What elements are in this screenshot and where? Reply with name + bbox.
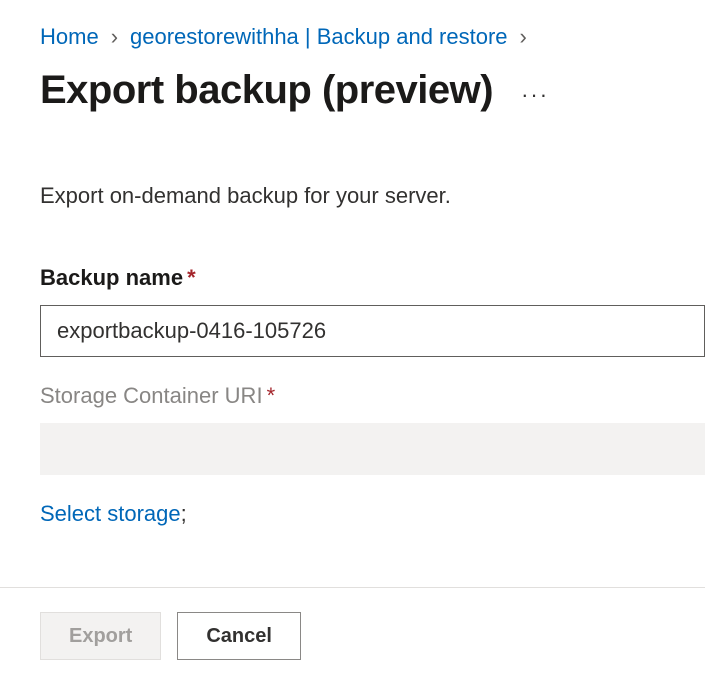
cancel-button[interactable]: Cancel: [177, 612, 301, 660]
export-button[interactable]: Export: [40, 612, 161, 660]
backup-name-label: Backup name*: [40, 265, 705, 291]
storage-uri-input: [40, 423, 705, 475]
select-storage-row: Select storage;: [40, 501, 705, 527]
select-storage-link[interactable]: Select storage: [40, 501, 181, 526]
more-actions-icon[interactable]: ···: [521, 74, 549, 108]
chevron-right-icon: ›: [111, 24, 118, 50]
storage-uri-label: Storage Container URI*: [40, 383, 705, 409]
page-title: Export backup (preview): [40, 68, 493, 113]
footer-actions: Export Cancel: [0, 587, 705, 688]
page-description: Export on-demand backup for your server.: [40, 183, 705, 209]
required-indicator: *: [187, 265, 196, 290]
required-indicator: *: [267, 383, 276, 408]
breadcrumb-home[interactable]: Home: [40, 24, 99, 50]
chevron-right-icon: ›: [520, 24, 527, 50]
backup-name-input[interactable]: [40, 305, 705, 357]
breadcrumb-resource[interactable]: georestorewithha | Backup and restore: [130, 24, 508, 50]
breadcrumb: Home › georestorewithha | Backup and res…: [40, 24, 705, 50]
